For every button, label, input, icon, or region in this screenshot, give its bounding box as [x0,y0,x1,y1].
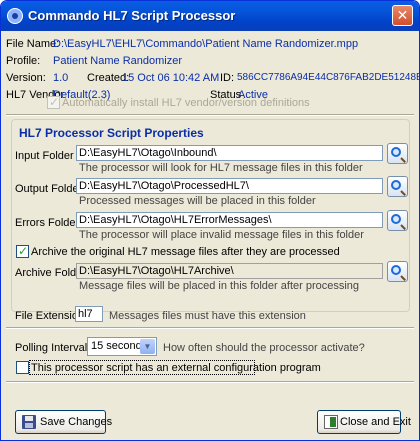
file-extension-label: File Extension [15,310,85,322]
file-extension-field[interactable]: hl7 [75,306,103,322]
magnifier-icon [391,214,401,224]
created-value: 15 Oct 06 10:42 AM [122,72,220,84]
floppy-disk-icon [22,415,36,429]
magnifier-icon [391,265,401,275]
archive-folder-browse-button[interactable] [387,261,408,282]
errors-folder-label: Errors Folder [15,217,80,229]
output-folder-help: Processed messages will be placed in thi… [79,195,316,207]
title-bar[interactable]: Commando HL7 Script Processor ✕ [1,1,419,31]
archive-checkbox[interactable] [16,244,29,258]
divider [6,327,414,329]
polling-interval-select[interactable]: 15 seconds ▼ [87,337,157,356]
version-value: 1.0 [53,72,69,84]
main-window: Commando HL7 Script Processor ✕ File Nam… [0,0,420,441]
chevron-down-icon[interactable]: ▼ [140,339,155,354]
output-folder-browse-button[interactable] [387,176,408,197]
auto-install-checkbox[interactable] [47,95,60,109]
input-folder-browse-button[interactable] [387,143,408,164]
input-folder-field[interactable]: D:\EasyHL7\Otago\Inbound\ [76,145,383,161]
exit-icon [324,415,338,429]
external-config-checkbox[interactable] [16,361,29,374]
input-folder-label: Input Folder [15,150,74,162]
app-icon [7,8,23,24]
output-folder-label: Output Folder [15,183,83,195]
profile-label: Profile: [6,55,41,67]
auto-install-label: Automatically install HL7 vendor/version… [62,97,310,109]
archive-folder-field[interactable]: D:\EasyHL7\Otago\HL7Archive\ [76,263,383,279]
close-and-exit-button[interactable]: Close and Exit [317,410,411,434]
magnifier-icon [391,147,401,157]
magnifier-icon [391,180,401,190]
output-folder-field[interactable]: D:\EasyHL7\Otago\ProcessedHL7\ [76,178,383,194]
errors-folder-help: The processor will place invalid message… [79,229,364,241]
errors-folder-field[interactable]: D:\EasyHL7\Otago\HL7ErrorMessages\ [76,212,383,228]
polling-interval-help: How often should the processor activate? [163,342,365,354]
properties-group-title: HL7 Processor Script Properties [17,126,206,140]
window-title: Commando HL7 Script Processor [28,8,236,23]
file-name-label: File Name: [6,38,60,50]
save-changes-button[interactable]: Save Changes [15,410,112,434]
divider [6,381,414,383]
input-folder-help: The processor will look for HL7 message … [79,162,363,174]
id-label: ID: [220,72,235,84]
archive-checkbox-label: Archive the original HL7 message files a… [31,246,340,258]
version-label: Version: [6,72,46,84]
id-value: 586CC7786A94E44C876FAB2DE51248E8 [237,72,420,83]
profile-value: Patient Name Randomizer [53,55,183,67]
polling-interval-label: Polling Interval? [15,342,94,354]
errors-folder-browse-button[interactable] [387,210,408,231]
polling-interval-value: 15 seconds [91,340,148,352]
file-extension-help: Messages files must have this extension [109,310,306,322]
file-name-value: D:\EasyHL7\EHL7\Commando\Patient Name Ra… [53,38,359,50]
window-close-button[interactable]: ✕ [392,5,413,26]
external-config-label: This processor script has an external co… [31,362,321,374]
archive-folder-help: Message files will be placed in this fol… [79,280,360,292]
divider [6,114,414,116]
